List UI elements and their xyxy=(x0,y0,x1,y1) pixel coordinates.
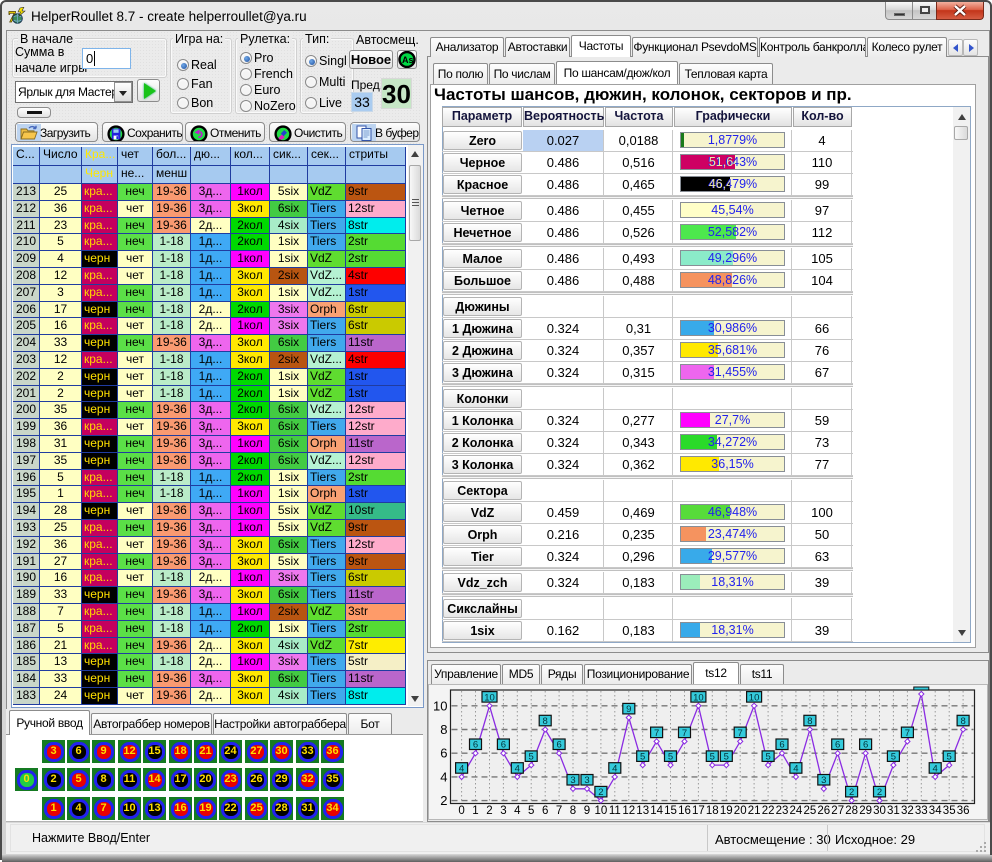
svg-text:5: 5 xyxy=(529,752,534,763)
svg-text:6: 6 xyxy=(779,740,784,751)
svg-text:5: 5 xyxy=(891,752,896,763)
svg-text:8: 8 xyxy=(960,716,965,727)
svg-text:6: 6 xyxy=(556,740,561,751)
svg-text:31: 31 xyxy=(887,805,900,817)
svg-text:29: 29 xyxy=(859,805,872,817)
svg-text:5: 5 xyxy=(640,752,645,763)
svg-text:24: 24 xyxy=(790,805,803,817)
svg-text:6: 6 xyxy=(863,740,868,751)
svg-text:36: 36 xyxy=(957,805,970,817)
svg-text:3: 3 xyxy=(584,775,589,786)
svg-text:5: 5 xyxy=(668,752,673,763)
svg-text:11: 11 xyxy=(609,805,621,817)
svg-text:8: 8 xyxy=(807,716,812,727)
svg-text:7: 7 xyxy=(738,728,743,739)
svg-text:5: 5 xyxy=(765,752,770,763)
svg-text:5: 5 xyxy=(528,805,534,817)
svg-text:7: 7 xyxy=(905,728,910,739)
svg-text:3: 3 xyxy=(821,775,826,786)
svg-text:5: 5 xyxy=(710,752,715,763)
svg-text:17: 17 xyxy=(692,805,705,817)
svg-text:10: 10 xyxy=(433,698,447,713)
svg-text:2: 2 xyxy=(486,805,492,817)
svg-text:6: 6 xyxy=(542,805,548,817)
svg-text:4: 4 xyxy=(459,763,464,774)
svg-text:2: 2 xyxy=(849,787,854,798)
svg-text:4: 4 xyxy=(514,805,521,817)
svg-text:9: 9 xyxy=(584,805,590,817)
svg-text:25: 25 xyxy=(804,805,817,817)
svg-text:30: 30 xyxy=(873,805,886,817)
svg-text:9: 9 xyxy=(626,704,631,715)
svg-text:10: 10 xyxy=(484,692,495,703)
svg-text:8: 8 xyxy=(440,722,447,737)
svg-text:20: 20 xyxy=(734,805,747,817)
svg-text:15: 15 xyxy=(664,805,677,817)
svg-text:34: 34 xyxy=(929,805,942,817)
svg-text:6: 6 xyxy=(473,740,478,751)
svg-text:7: 7 xyxy=(654,728,659,739)
svg-text:2: 2 xyxy=(440,793,447,808)
svg-text:21: 21 xyxy=(748,805,761,817)
svg-text:4: 4 xyxy=(440,769,447,784)
svg-text:2: 2 xyxy=(877,787,882,798)
svg-text:4: 4 xyxy=(793,763,798,774)
svg-text:6: 6 xyxy=(440,746,447,761)
svg-text:13: 13 xyxy=(636,805,649,817)
svg-text:35: 35 xyxy=(943,805,956,817)
svg-text:0: 0 xyxy=(458,805,464,817)
svg-text:14: 14 xyxy=(650,805,663,817)
svg-text:8: 8 xyxy=(570,805,576,817)
svg-text:4: 4 xyxy=(933,763,938,774)
svg-text:10: 10 xyxy=(749,692,760,703)
svg-text:8: 8 xyxy=(543,716,548,727)
svg-text:7: 7 xyxy=(682,728,687,739)
svg-text:3: 3 xyxy=(500,805,506,817)
svg-text:10: 10 xyxy=(595,805,608,817)
svg-text:10: 10 xyxy=(693,692,704,703)
svg-text:32: 32 xyxy=(901,805,914,817)
svg-text:4: 4 xyxy=(612,763,617,774)
svg-text:18: 18 xyxy=(706,805,719,817)
svg-text:23: 23 xyxy=(776,805,789,817)
svg-text:33: 33 xyxy=(915,805,928,817)
svg-text:16: 16 xyxy=(678,805,691,817)
svg-text:6: 6 xyxy=(501,740,506,751)
svg-text:2: 2 xyxy=(598,787,603,798)
svg-text:12: 12 xyxy=(622,805,635,817)
svg-text:5: 5 xyxy=(724,752,729,763)
svg-text:4: 4 xyxy=(515,763,520,774)
svg-text:5: 5 xyxy=(947,752,952,763)
svg-text:22: 22 xyxy=(762,805,775,817)
svg-text:6: 6 xyxy=(835,740,840,751)
svg-text:28: 28 xyxy=(845,805,858,817)
svg-text:19: 19 xyxy=(720,805,733,817)
svg-text:26: 26 xyxy=(817,805,830,817)
svg-text:7: 7 xyxy=(556,805,562,817)
svg-text:3: 3 xyxy=(570,775,575,786)
svg-text:27: 27 xyxy=(831,805,844,817)
svg-text:1: 1 xyxy=(472,805,478,817)
